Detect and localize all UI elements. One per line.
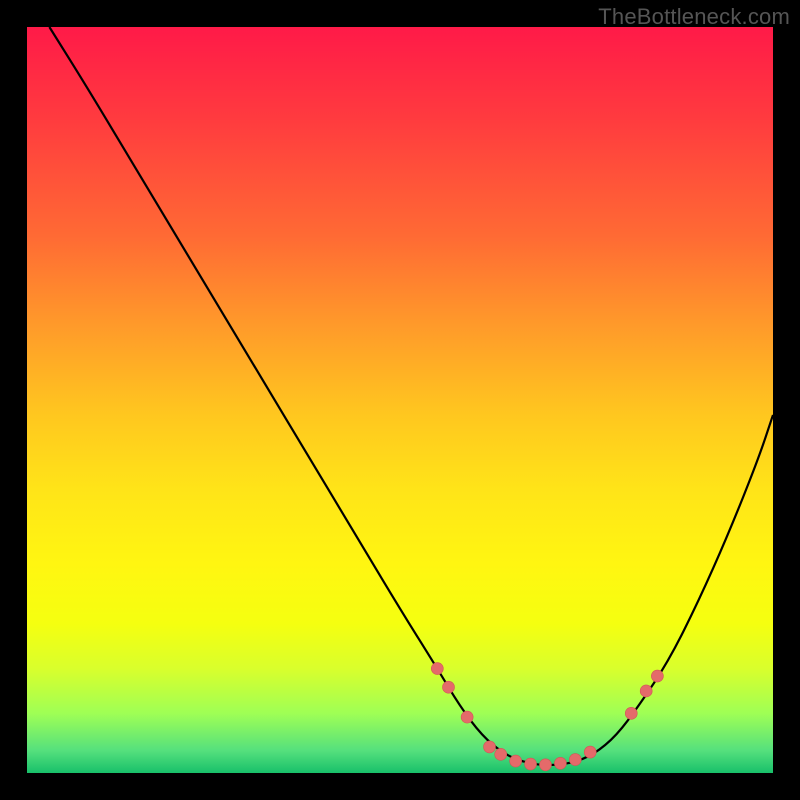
data-point: [584, 746, 596, 758]
data-point: [651, 670, 663, 682]
data-point: [442, 681, 454, 693]
data-point: [431, 663, 443, 675]
data-point: [539, 759, 551, 771]
data-point: [484, 741, 496, 753]
data-point: [495, 748, 507, 760]
data-point: [525, 758, 537, 770]
data-point: [510, 755, 522, 767]
chart-svg: [27, 27, 773, 773]
data-point: [554, 757, 566, 769]
bottleneck-curve: [49, 27, 773, 765]
highlight-points: [431, 663, 663, 771]
data-point: [640, 685, 652, 697]
data-point: [569, 754, 581, 766]
data-point: [461, 711, 473, 723]
data-point: [625, 707, 637, 719]
